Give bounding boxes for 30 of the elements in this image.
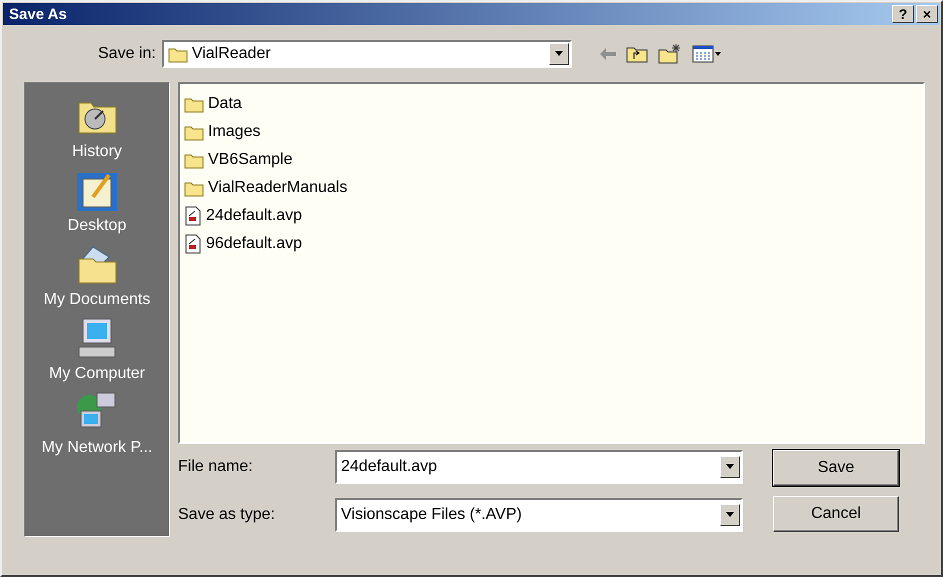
dropdown-arrow-icon [554, 51, 564, 57]
save-as-type-label: Save as type: [178, 506, 276, 524]
save-button[interactable]: Save [773, 450, 899, 486]
up-folder-icon[interactable] [626, 45, 648, 63]
document-icon [184, 234, 202, 254]
view-menu-icon[interactable] [692, 45, 722, 63]
file-name[interactable]: Images [208, 123, 260, 141]
dropdown-arrow-icon [725, 464, 735, 470]
file-name[interactable]: 96default.avp [206, 235, 302, 253]
save-in-dropdown[interactable]: VialReader [162, 40, 572, 68]
file-name[interactable]: Data [208, 95, 242, 113]
cancel-button[interactable]: Cancel [773, 496, 899, 532]
close-button[interactable]: × [916, 5, 938, 23]
save-in-label: Save in: [98, 45, 156, 63]
places-item[interactable]: History [72, 93, 122, 161]
new-folder-icon[interactable] [658, 44, 682, 64]
document-icon [184, 206, 202, 226]
help-button[interactable]: ? [892, 5, 914, 23]
file-name-field[interactable]: 24default.avp [335, 450, 743, 484]
file-name[interactable]: 24default.avp [206, 207, 302, 225]
window-title: Save As [9, 6, 68, 22]
file-name[interactable]: VB6Sample [208, 151, 292, 169]
places-item[interactable]: My Documents [44, 241, 150, 309]
places-item[interactable]: My Network P... [42, 389, 152, 457]
places-item[interactable]: Desktop [68, 167, 126, 235]
dropdown-arrow-icon [725, 512, 735, 518]
file-name-label: File name: [178, 458, 254, 476]
places-item[interactable]: My Computer [48, 315, 146, 383]
file-name[interactable]: VialReaderManuals [208, 179, 348, 197]
save-as-type-dropdown[interactable]: Visionscape Files (*.AVP) [335, 498, 743, 532]
